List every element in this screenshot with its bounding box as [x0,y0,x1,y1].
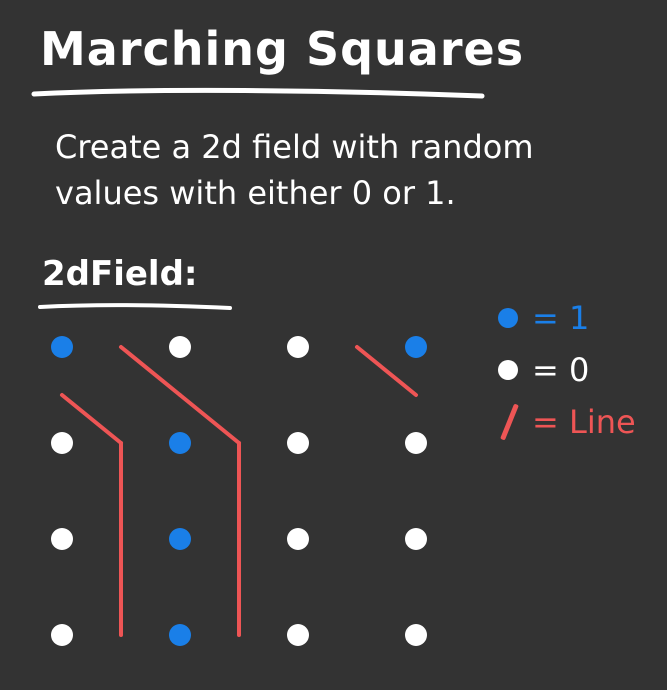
legend-label-line: = Line [532,403,636,441]
field-point [51,336,73,358]
contour-line [355,345,418,397]
legend-dot-zero-icon [498,360,518,380]
legend-label-zero: = 0 [532,351,590,389]
field-point [287,432,309,454]
contour-lines [60,345,418,637]
field-point [405,528,427,550]
contour-line [119,345,182,397]
field-point [169,336,191,358]
contour-line [178,393,241,445]
field-point [169,432,191,454]
legend-dot-one-icon [498,308,518,328]
field-point [287,336,309,358]
field-point [405,336,427,358]
legend-item-one: = 1 [498,292,636,344]
field-point [287,528,309,550]
legend-label-one: = 1 [532,299,590,337]
legend-item-zero: = 0 [498,344,636,396]
field-point [405,624,427,646]
field-point [405,432,427,454]
field-point [287,624,309,646]
contour-line [60,393,123,445]
legend-slash-icon [498,405,518,439]
field-point [169,624,191,646]
field-point [51,432,73,454]
field-point [51,528,73,550]
field-point [169,528,191,550]
field-point [51,624,73,646]
legend: = 1 = 0 = Line [498,292,636,448]
legend-item-line: = Line [498,396,636,448]
